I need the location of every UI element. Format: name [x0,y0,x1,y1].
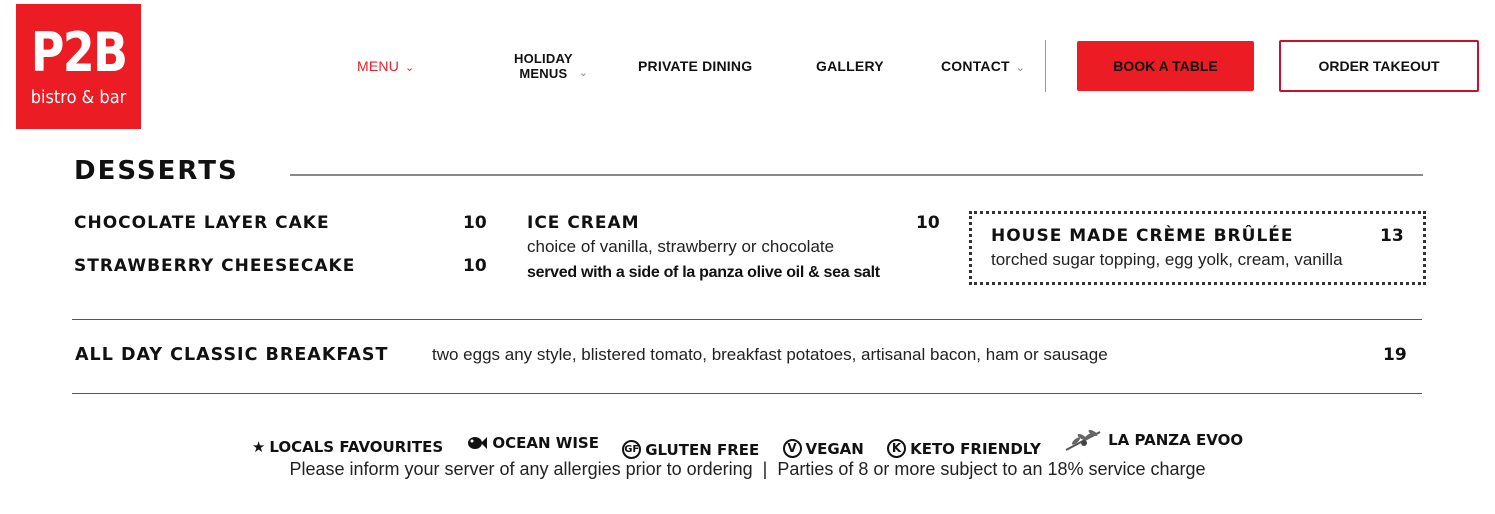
nav-contact-label: CONTACT [941,58,1010,74]
legend-item: K KETO FRIENDLY [887,439,1041,458]
chevron-down-icon: ⌄ [405,62,415,74]
keto-icon: K [887,439,907,458]
chevron-down-icon: ⌄ [578,67,589,79]
legend-item: OCEAN WISE [466,434,599,452]
legend-label: GLUTEN FREE [645,440,760,459]
chevron-down-icon: ⌄ [1015,62,1026,74]
section-divider [72,393,1422,394]
nav-holiday-label-1: HOLIDAY [514,51,573,66]
menu-item-name: ALL DAY CLASSIC BREAKFAST [75,345,389,365]
nav-menu-label: MENU [357,58,400,74]
legend: ★ LOCALS FAVOURITES OCEAN WISE GF GLUTEN… [0,428,1495,459]
section-title: DESSERTS [74,156,239,186]
nav-contact[interactable]: CONTACT ⌄ [941,58,1025,76]
legend-item: V VEGAN [782,439,864,458]
legend-item: GF GLUTEN FREE [622,440,759,459]
legend-label: LA PANZA EVOO [1108,431,1244,449]
gf-icon: GF [622,440,642,459]
nav-private-dining[interactable]: PRIVATE DINING [638,58,752,74]
fish-icon [466,434,488,452]
star-icon: ★ [251,438,266,456]
nav-gallery[interactable]: GALLERY [816,58,884,74]
featured-item-box [969,211,1426,285]
logo[interactable]: P2B bistro & bar [16,4,141,129]
section-divider [72,319,1422,320]
menu-item-name: STRAWBERRY CHEESECAKE [74,256,356,276]
title-divider [290,174,1423,176]
nav-holiday-menus[interactable]: HOLIDAY MENUS ⌄ [514,51,588,81]
menu-item-name: CHOCOLATE LAYER CAKE [74,213,330,233]
nav-divider [1045,40,1046,92]
logo-tagline: bistro & bar [30,87,127,108]
logo-wordmark: P2B [30,21,128,84]
menu-item-description: choice of vanilla, strawberry or chocola… [527,237,835,256]
legend-item: LA PANZA EVOO [1064,428,1243,452]
legend-item: ★ LOCALS FAVOURITES [252,438,443,456]
menu-item-description: served with a side of la panza olive oil… [527,264,880,281]
legend-label: KETO FRIENDLY [910,439,1041,458]
order-takeout-button[interactable]: ORDER TAKEOUT [1279,40,1479,92]
nav-holiday-label-2: MENUS [519,66,568,81]
menu-item-price: 19 [1383,345,1407,365]
legend-label: LOCALS FAVOURITES [269,438,444,456]
nav-menu[interactable]: MENU ⌄ [357,58,414,76]
allergy-notice: Please inform your server of any allergi… [289,459,1206,479]
menu-item-name: HOUSE MADE CRÈME BRÛLÉE [991,226,1294,246]
legend-label: VEGAN [805,439,864,458]
menu-item-price: 10 [463,213,487,233]
menu-item-name: ICE CREAM [527,213,640,233]
menu-item-description: torched sugar topping, egg yolk, cream, … [991,250,1343,269]
menu-item-price: 10 [916,213,940,233]
menu-item-price: 10 [463,256,487,276]
menu-item-price: 13 [1380,226,1404,246]
vegan-icon: V [782,439,802,458]
book-table-button[interactable]: BOOK A TABLE [1077,41,1254,91]
legend-label: OCEAN WISE [492,434,599,452]
menu-item-description: two eggs any style, blistered tomato, br… [432,345,1108,364]
olive-branch-icon [1064,428,1104,452]
